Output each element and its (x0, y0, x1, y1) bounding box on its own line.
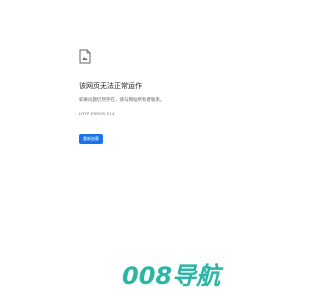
error-description: 如果问题仍然存在，请与网站所有者联系。 (79, 98, 165, 103)
reload-button[interactable]: 重新加载 (79, 134, 103, 144)
site-logo-watermark: 008导航 (122, 262, 221, 290)
error-title: 该网页无法正常运作 (79, 82, 142, 90)
error-page: 该网页无法正常运作 如果问题仍然存在，请与网站所有者联系。 HTTP ERROR… (0, 0, 300, 300)
error-content: 该网页无法正常运作 如果问题仍然存在，请与网站所有者联系。 HTTP ERROR… (79, 49, 279, 144)
document-error-icon (79, 49, 279, 64)
